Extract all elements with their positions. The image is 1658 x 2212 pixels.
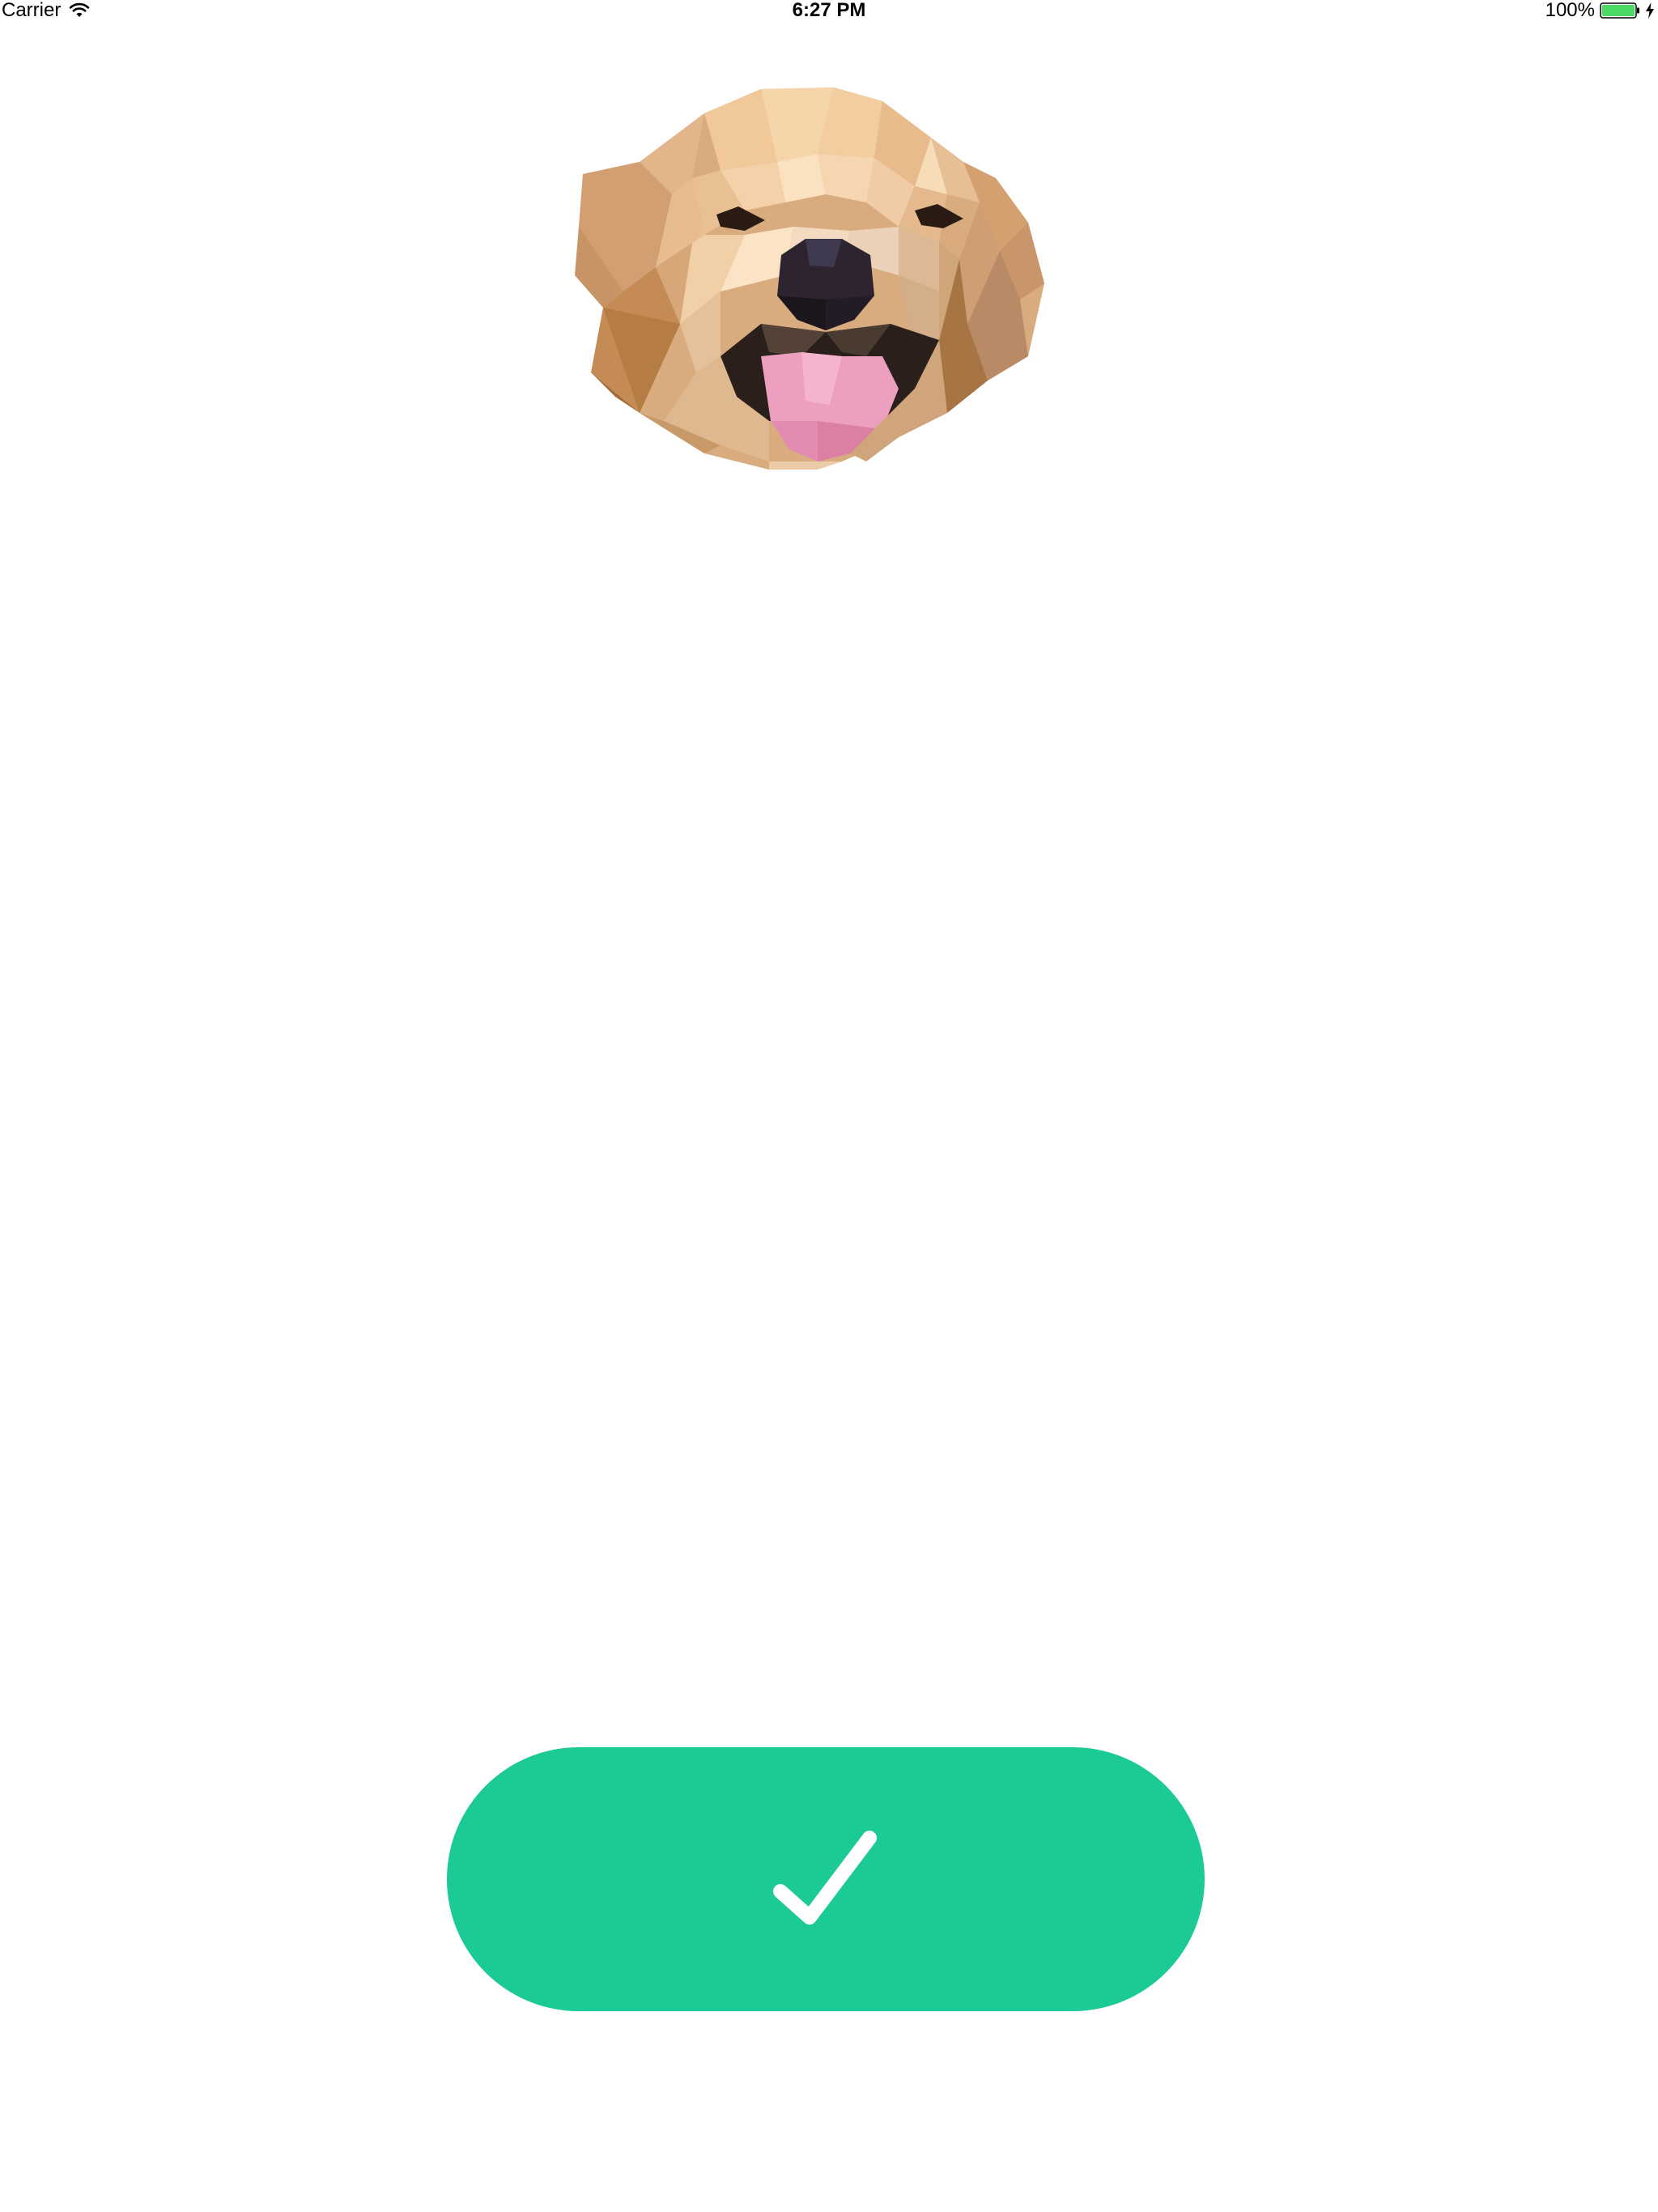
confirm-button[interactable]	[447, 1747, 1205, 2011]
battery-group: 100%	[1545, 0, 1655, 21]
app-screen: Carrier 6:27 PM 100%	[0, 0, 1658, 2212]
battery-icon	[1600, 2, 1639, 19]
dog-illustration	[575, 87, 1044, 470]
charging-bolt-icon	[1646, 2, 1654, 19]
battery-percent: 100%	[1545, 0, 1595, 21]
checkmark-icon	[773, 1831, 877, 1925]
status-time: 6:27 PM	[792, 0, 866, 21]
status-bar: Carrier 6:27 PM 100%	[0, 0, 1658, 32]
